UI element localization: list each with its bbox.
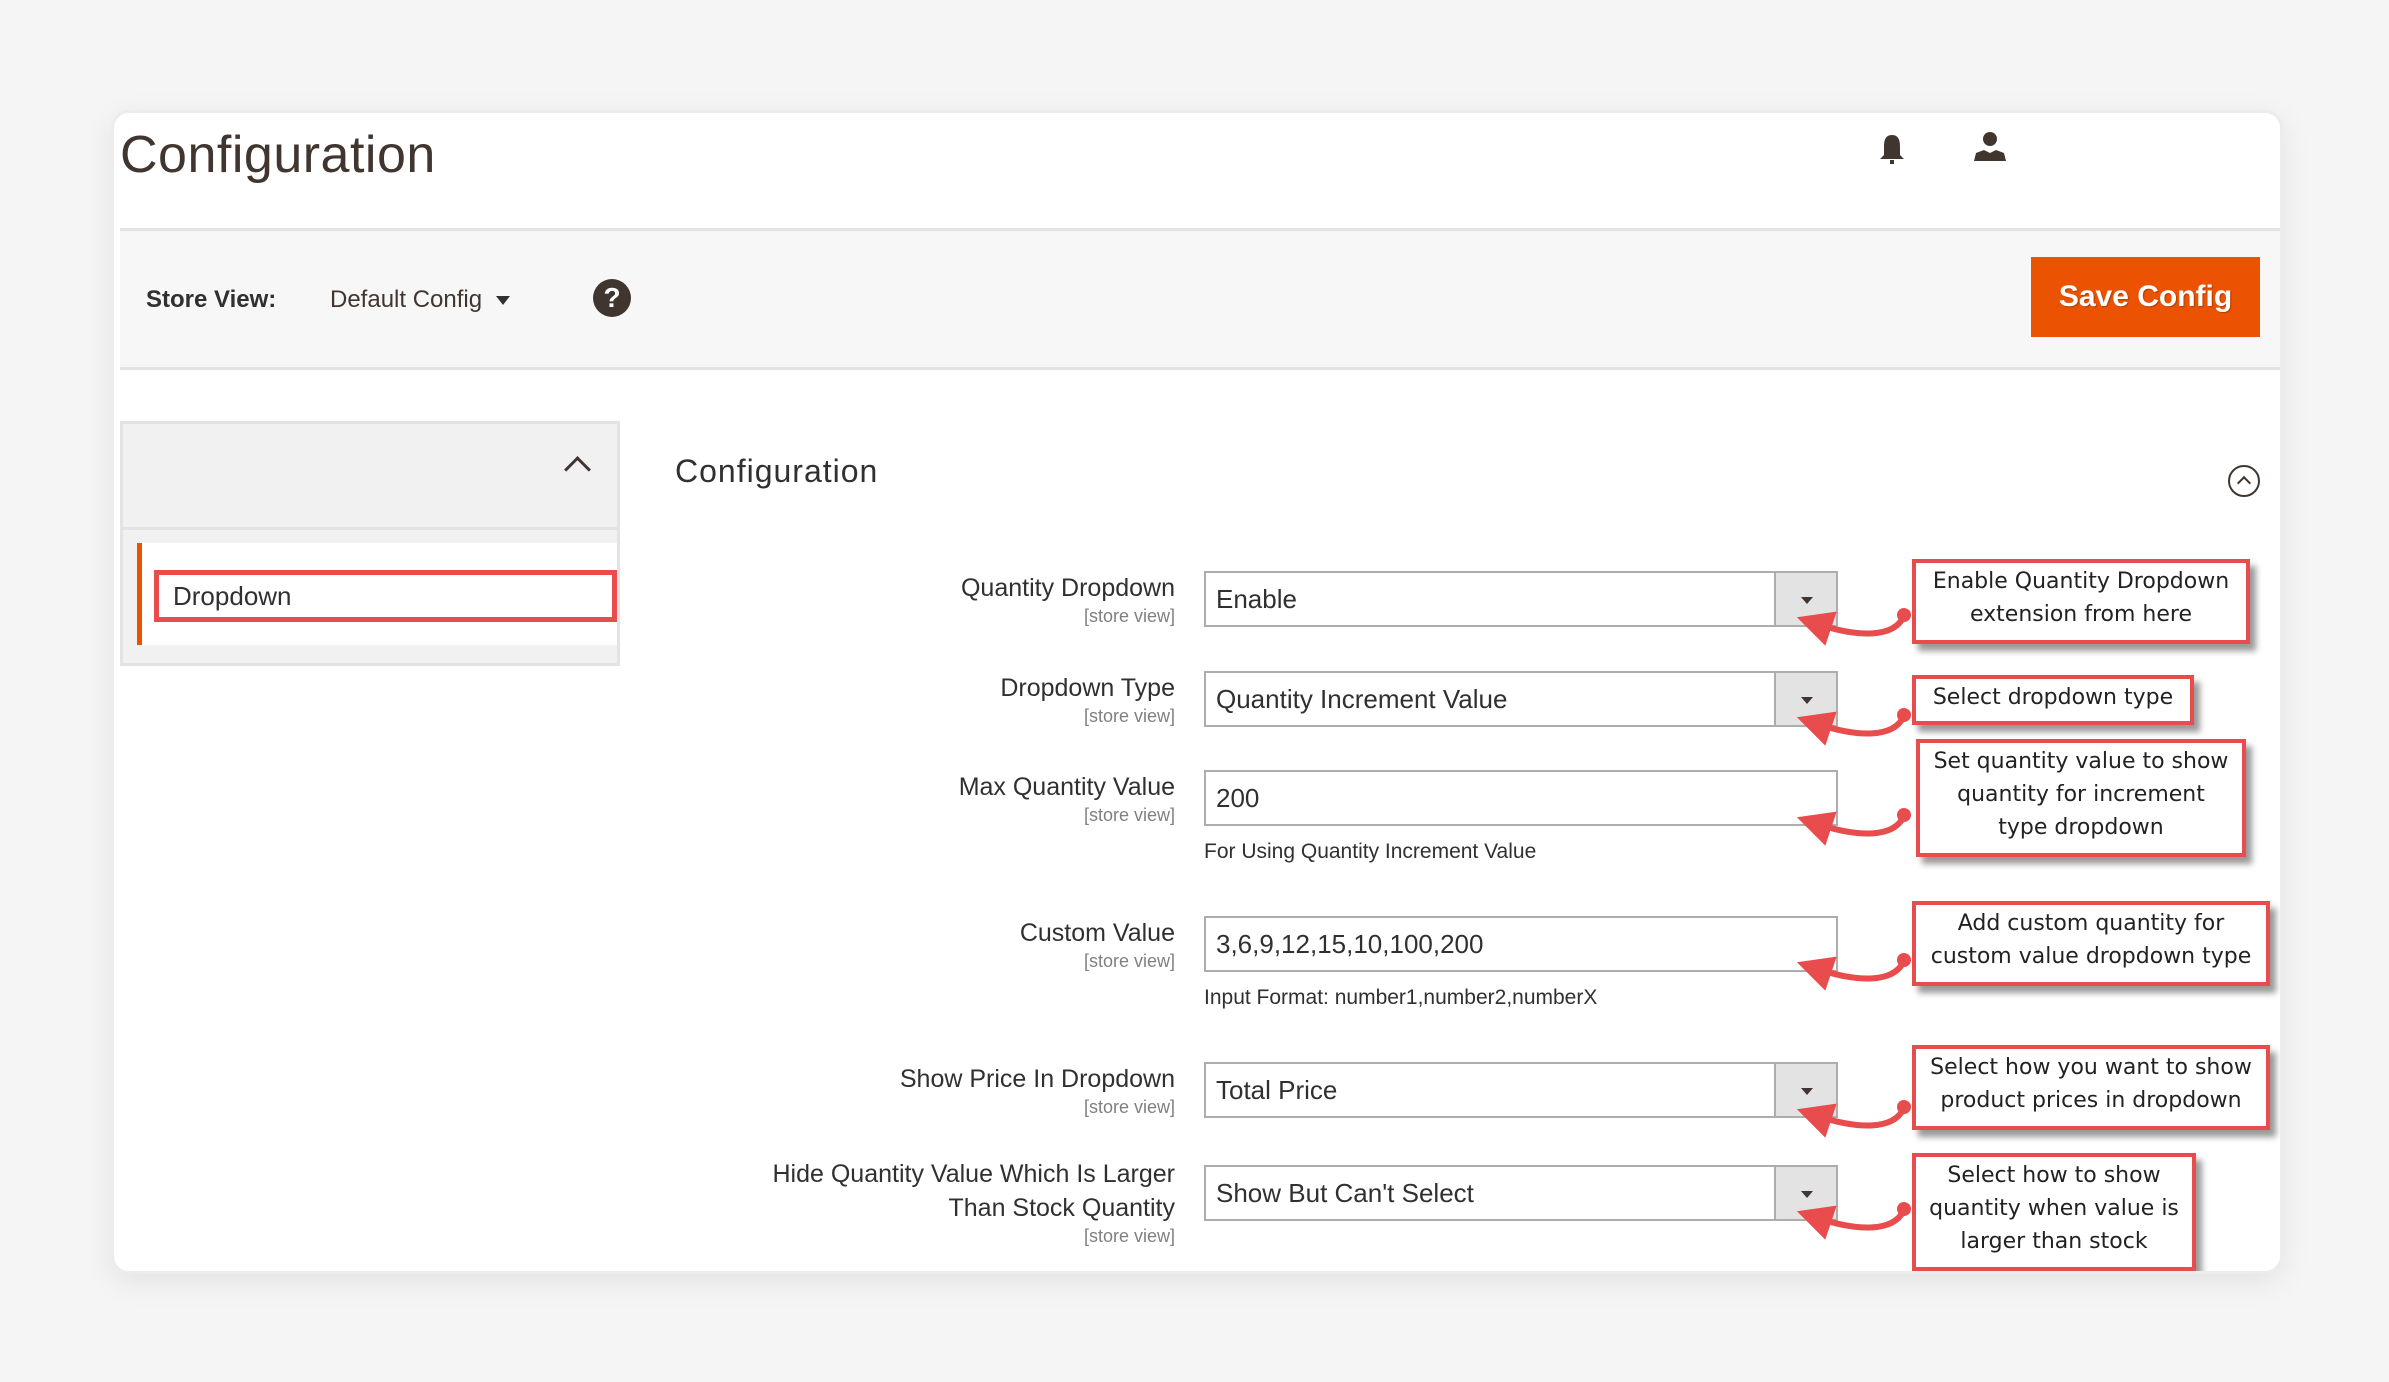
callout-text: Add custom quantity for	[1957, 911, 2225, 936]
callout-text: type dropdown	[1998, 815, 2164, 840]
callout-text: custom value dropdown type	[1930, 944, 2252, 969]
callout-text: extension from here	[1969, 602, 2192, 627]
annotation-callout: Select how to show quantity when value i…	[1912, 1153, 2196, 1271]
callout-text: Enable Quantity Dropdown	[1932, 569, 2230, 594]
annotation-callout: Select dropdown type	[1912, 675, 2194, 725]
annotation-callout: Select how you want to show product pric…	[1912, 1045, 2270, 1130]
annotation-dot	[1897, 1100, 1911, 1114]
callout-text: quantity for increment	[1957, 782, 2205, 807]
callout-text: larger than stock	[1960, 1229, 2148, 1254]
annotation-dot	[1897, 708, 1911, 722]
annotation-arrow	[1796, 956, 1907, 991]
annotation-dot	[1897, 953, 1911, 967]
callout-text: Select how you want to show	[1930, 1055, 2252, 1080]
annotation-dot	[1897, 808, 1911, 822]
callout-text: Set quantity value to show	[1933, 749, 2229, 774]
annotation-callout: Add custom quantity for custom value dro…	[1912, 901, 2270, 986]
annotation-dot	[1897, 1202, 1911, 1216]
callout-text: Select dropdown type	[1932, 685, 2174, 710]
callout-text: product prices in dropdown	[1940, 1088, 2242, 1113]
annotation-callout: Enable Quantity Dropdown extension from …	[1912, 559, 2250, 644]
callout-text: quantity when value is	[1929, 1196, 2179, 1221]
annotation-callout: Set quantity value to show quantity for …	[1916, 739, 2246, 857]
annotation-arrow	[1796, 811, 1907, 846]
configuration-panel: Configuration Store View: Default Config…	[111, 110, 2283, 1274]
annotation-arrow	[1796, 711, 1907, 746]
annotation-arrow	[1796, 1103, 1907, 1138]
annotation-dot	[1897, 608, 1911, 622]
callout-text: Select how to show	[1947, 1163, 2161, 1188]
annotation-arrow	[1796, 611, 1907, 646]
annotation-arrow	[1796, 1205, 1907, 1240]
